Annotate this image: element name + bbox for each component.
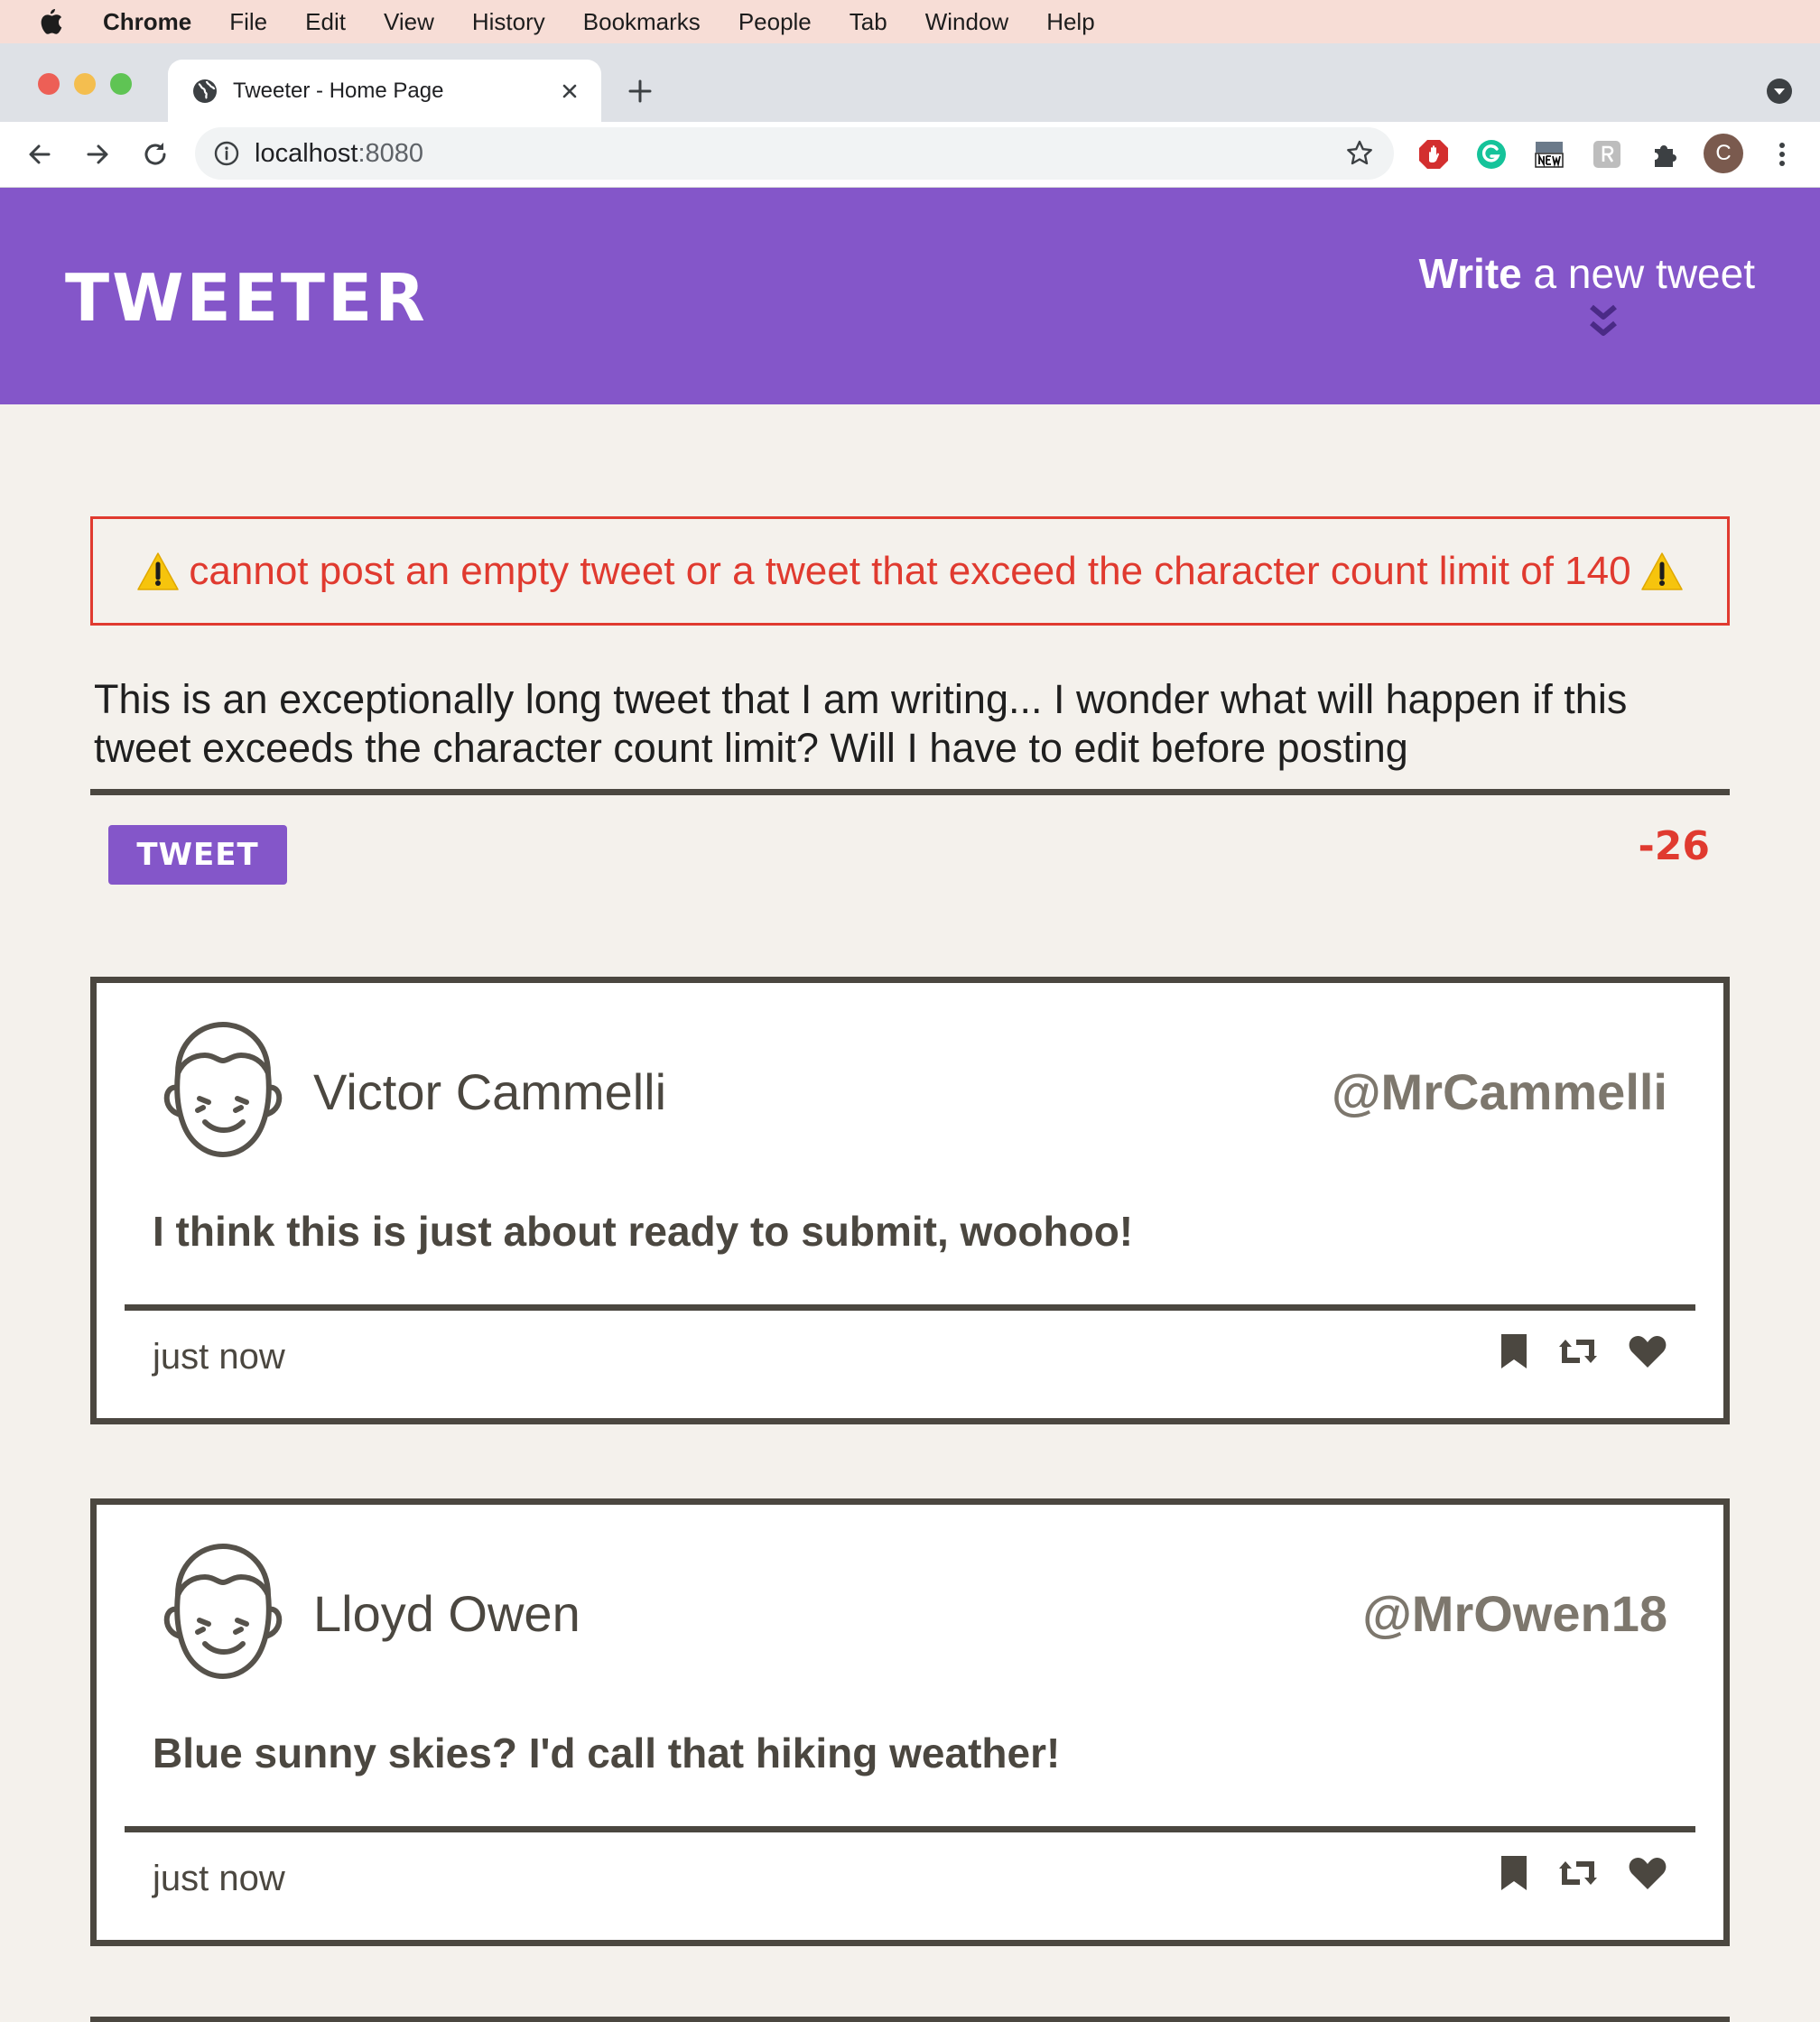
extension-r-icon[interactable] [1591,138,1623,171]
tweet-content: Blue sunny skies? I'd call that hiking w… [153,1730,1061,1776]
menu-people[interactable]: People [738,8,812,36]
forward-icon[interactable] [81,138,114,171]
app-logo[interactable]: TWEETER [65,260,428,336]
tweet-timestamp: just now [153,1859,285,1898]
tweet-actions [1472,1332,1667,1375]
info-icon[interactable] [213,140,240,167]
tweet-author-handle: @MrOwen18 [1362,1585,1667,1642]
back-icon[interactable] [23,138,56,171]
menu-bookmarks[interactable]: Bookmarks [583,8,701,36]
tweet-author-name: Victor Cammelli [313,1063,667,1120]
plus-icon[interactable] [625,76,655,107]
news-icon[interactable] [1533,138,1565,171]
tweet-content: I think this is just about ready to subm… [153,1208,1134,1255]
browser-tab-strip: Tweeter - Home Page [0,43,1820,123]
menu-edit[interactable]: Edit [305,8,346,36]
reload-icon[interactable] [139,138,172,171]
error-banner: cannot post an empty tweet or a tweet th… [90,516,1730,626]
warning-icon [136,552,180,591]
tweet-divider [125,1304,1695,1311]
address-bar[interactable]: localhost:8080 [195,127,1394,180]
grammarly-icon[interactable] [1475,138,1508,171]
menu-help[interactable]: Help [1046,8,1094,36]
tweet-button[interactable]: TWEET [108,825,287,885]
menu-chrome[interactable]: Chrome [103,8,191,36]
tweet-card: Lloyd Owen @MrOwen18 Blue sunny skies? I… [90,1498,1730,1946]
profile-initial: C [1715,141,1732,165]
menu-tab[interactable]: Tab [850,8,887,36]
adblock-icon[interactable] [1417,138,1450,171]
tweet-timestamp: just now [153,1337,285,1377]
browser-tab[interactable]: Tweeter - Home Page [168,60,601,123]
tweet-author-name: Lloyd Owen [313,1585,580,1642]
avatar-icon [158,1543,288,1680]
next-tweet-border [90,2017,1730,2022]
avatar-icon [158,1021,288,1158]
compose-underline [90,789,1730,795]
bookmark-icon[interactable] [1500,1854,1528,1897]
url-text: localhost:8080 [255,138,424,168]
tweet-author-handle: @MrCammelli [1331,1063,1667,1120]
window-close-button[interactable] [38,73,60,95]
retweet-icon[interactable] [1555,1858,1601,1893]
heart-icon[interactable] [1628,1856,1667,1895]
menu-window[interactable]: Window [925,8,1008,36]
puzzle-icon[interactable] [1648,138,1681,171]
apple-icon[interactable] [38,6,67,37]
chevron-down-icon[interactable] [1766,78,1793,105]
page-viewport: TWEETER Write a new tweet cannot post an… [0,188,1820,2022]
menu-history[interactable]: History [472,8,545,36]
more-icon[interactable] [1766,138,1798,171]
window-zoom-button[interactable] [110,73,132,95]
tweet-actions [1472,1854,1667,1897]
tweet-divider [125,1826,1695,1832]
close-icon[interactable] [558,79,581,103]
profile-avatar[interactable]: C [1703,133,1744,174]
globe-icon [191,78,218,105]
menu-view[interactable]: View [384,8,434,36]
app-header: TWEETER Write a new tweet [0,188,1820,404]
character-counter: -26 [1638,823,1711,869]
retweet-icon[interactable] [1555,1336,1601,1371]
error-message: cannot post an empty tweet or a tweet th… [189,548,1631,593]
heart-icon[interactable] [1628,1334,1667,1373]
write-bold-label: Write [1418,250,1522,297]
macos-menu-bar: Chrome File Edit View History Bookmarks … [0,0,1820,43]
double-chevron-down-icon[interactable] [1589,303,1618,343]
window-minimize-button[interactable] [74,73,96,95]
bookmark-icon[interactable] [1500,1332,1528,1375]
write-rest-label: a new tweet [1521,250,1756,297]
tweet-card: Victor Cammelli @MrCammelli I think this… [90,977,1730,1424]
star-icon[interactable] [1345,139,1374,168]
browser-toolbar: localhost:8080 C [0,122,1820,188]
write-tweet-toggle[interactable]: Write a new tweet [1419,249,1755,298]
tweet-textarea[interactable]: This is an exceptionally long tweet that… [94,675,1728,773]
tab-title: Tweeter - Home Page [233,79,444,103]
warning-icon [1640,552,1684,591]
menu-file[interactable]: File [229,8,267,36]
